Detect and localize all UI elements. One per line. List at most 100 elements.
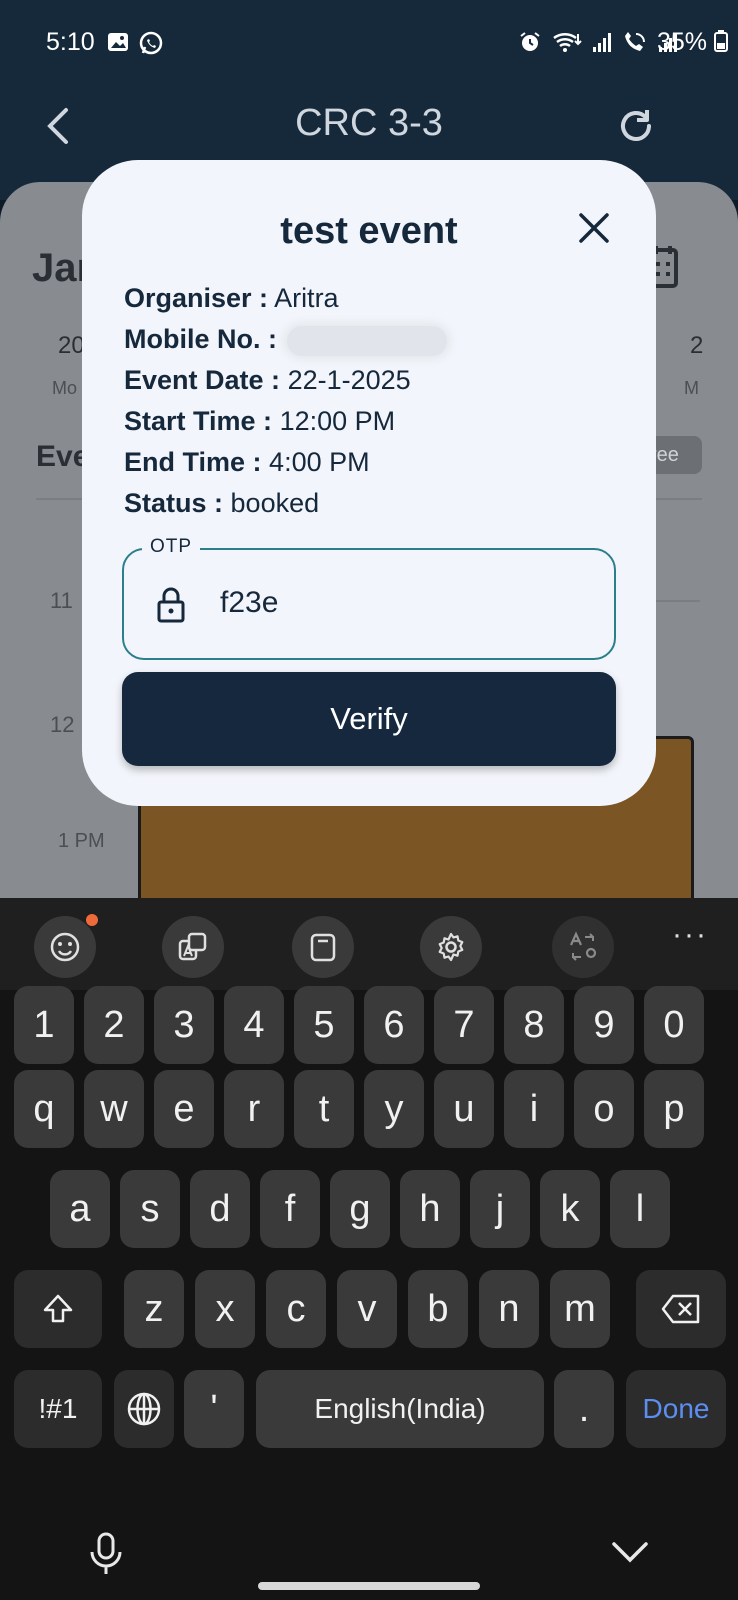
done-key[interactable]: Done <box>626 1370 726 1448</box>
close-icon[interactable] <box>576 210 612 246</box>
organiser-value: Aritra <box>274 283 339 313</box>
wifi-call-icon <box>625 32 645 51</box>
whatsapp-icon <box>139 31 163 55</box>
key-4[interactable]: 4 <box>224 986 284 1064</box>
key-3[interactable]: 3 <box>154 986 214 1064</box>
otp-label: OTP <box>142 536 201 558</box>
globe-icon <box>127 1392 161 1426</box>
keyboard-toolbar: ··· <box>0 898 738 990</box>
key-7[interactable]: 7 <box>434 986 494 1064</box>
event-date-row: Event Date : 22-1-2025 <box>124 360 447 401</box>
shift-key[interactable] <box>14 1270 102 1348</box>
key-z[interactable]: z <box>124 1270 184 1348</box>
key-j[interactable]: j <box>470 1170 530 1248</box>
dialog-title: test event <box>280 210 458 252</box>
key-t[interactable]: t <box>294 1070 354 1148</box>
time-label-1pm: 1 PM <box>58 830 105 852</box>
status-label: Status : <box>124 488 224 518</box>
period-key[interactable]: . <box>554 1370 614 1448</box>
end-time-label: End Time : <box>124 447 262 477</box>
text-edit-button[interactable] <box>552 916 614 978</box>
language-key[interactable] <box>114 1370 174 1448</box>
settings-button[interactable] <box>420 916 482 978</box>
key-w[interactable]: w <box>84 1070 144 1148</box>
shift-icon <box>43 1294 73 1323</box>
key-q[interactable]: q <box>14 1070 74 1148</box>
key-g[interactable]: g <box>330 1170 390 1248</box>
status-row: Status : booked <box>124 483 447 524</box>
redacted-mobile-number <box>286 325 447 356</box>
organiser-row: Organiser : Aritra <box>124 278 447 319</box>
start-time-label: Start Time : <box>124 406 273 436</box>
key-5[interactable]: 5 <box>294 986 354 1064</box>
key-k[interactable]: k <box>540 1170 600 1248</box>
key-a[interactable]: a <box>50 1170 110 1248</box>
battery-icon <box>714 30 728 52</box>
gallery-icon <box>108 33 128 51</box>
key-x[interactable]: x <box>195 1270 255 1348</box>
more-options-icon[interactable]: ··· <box>672 918 708 952</box>
key-8[interactable]: 8 <box>504 986 564 1064</box>
gear-icon <box>438 932 464 962</box>
time-label-12: 12 <box>50 712 75 737</box>
apostrophe-key[interactable]: ' <box>184 1370 244 1448</box>
key-i[interactable]: i <box>504 1070 564 1148</box>
battery-status: 35% <box>657 28 728 57</box>
key-c[interactable]: c <box>266 1270 326 1348</box>
mobile-row: Mobile No. : <box>124 319 447 360</box>
day-left: Mo <box>52 378 78 398</box>
key-u[interactable]: u <box>434 1070 494 1148</box>
key-m[interactable]: m <box>550 1270 610 1348</box>
otp-input-value[interactable]: f23e <box>220 586 278 620</box>
key-9[interactable]: 9 <box>574 986 634 1064</box>
key-r[interactable]: r <box>224 1070 284 1148</box>
space-key[interactable]: English(India) <box>256 1370 544 1448</box>
key-o[interactable]: o <box>574 1070 634 1148</box>
microphone-icon[interactable] <box>88 1532 124 1576</box>
emoji-button[interactable] <box>34 916 96 978</box>
status-bar: 5:10 35% <box>0 0 738 88</box>
backspace-key[interactable] <box>636 1270 726 1348</box>
translate-icon <box>178 932 207 961</box>
event-date-label: Event Date : <box>124 365 281 395</box>
status-time: 5:10 <box>46 28 95 56</box>
clipboard-button[interactable] <box>292 916 354 978</box>
key-f[interactable]: f <box>260 1170 320 1248</box>
symbols-key[interactable]: !#1 <box>14 1370 102 1448</box>
status-value: booked <box>230 488 320 518</box>
battery-percent: 35% <box>657 28 708 56</box>
backspace-icon <box>661 1294 700 1324</box>
key-l[interactable]: l <box>610 1170 670 1248</box>
end-time-row: End Time : 4:00 PM <box>124 442 447 483</box>
start-time-row: Start Time : 12:00 PM <box>124 401 447 442</box>
verify-button[interactable]: Verify <box>122 672 616 766</box>
lock-icon <box>157 587 185 623</box>
translate-button[interactable] <box>162 916 224 978</box>
key-1[interactable]: 1 <box>14 986 74 1064</box>
home-indicator[interactable] <box>258 1582 480 1590</box>
key-0[interactable]: 0 <box>644 986 704 1064</box>
start-time-value: 12:00 PM <box>279 406 396 436</box>
key-6[interactable]: 6 <box>364 986 424 1064</box>
key-s[interactable]: s <box>120 1170 180 1248</box>
emoji-icon <box>50 932 80 962</box>
key-e[interactable]: e <box>154 1070 214 1148</box>
key-d[interactable]: d <box>190 1170 250 1248</box>
end-time-value: 4:00 PM <box>269 447 370 477</box>
time-label-11: 11 <box>50 588 73 613</box>
key-y[interactable]: y <box>364 1070 424 1148</box>
key-b[interactable]: b <box>408 1270 468 1348</box>
otp-field[interactable]: OTP f23e <box>122 536 616 660</box>
alarm-icon <box>520 32 540 51</box>
chevron-down-icon[interactable] <box>610 1540 650 1566</box>
key-2[interactable]: 2 <box>84 986 144 1064</box>
event-details: Organiser : Aritra Mobile No. : Event Da… <box>124 278 447 524</box>
clipboard-icon <box>310 933 336 962</box>
key-v[interactable]: v <box>337 1270 397 1348</box>
key-p[interactable]: p <box>644 1070 704 1148</box>
key-n[interactable]: n <box>479 1270 539 1348</box>
date-left: 20 <box>58 332 85 359</box>
refresh-icon[interactable] <box>616 106 656 146</box>
event-date-value: 22-1-2025 <box>287 365 411 395</box>
key-h[interactable]: h <box>400 1170 460 1248</box>
